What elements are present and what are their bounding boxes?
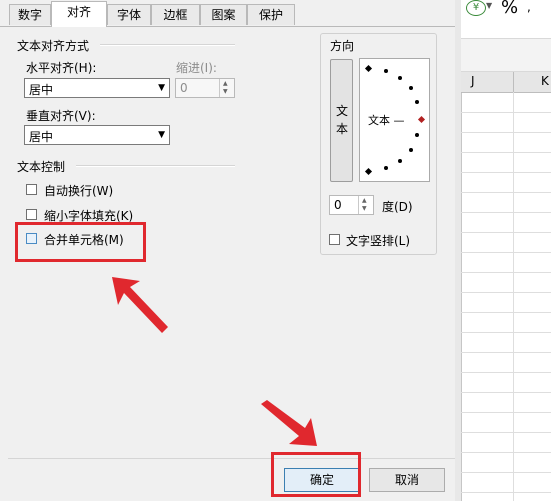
chevron-down-icon: ▼ [158, 83, 165, 93]
grid-row-line [461, 392, 551, 393]
formula-bar[interactable] [461, 38, 551, 72]
horizontal-align-label: 水平对齐(H): [26, 61, 97, 75]
orientation-dial[interactable]: 文本 — [359, 58, 430, 182]
footer-separator [8, 458, 455, 459]
shrink-to-fit-checkbox[interactable] [26, 209, 37, 220]
cancel-label: 取消 [394, 473, 419, 487]
indent-label: 缩进(I): [176, 61, 217, 75]
grid-row-line [461, 292, 551, 293]
grid-row-line [461, 232, 551, 233]
column-header-k[interactable]: K [541, 74, 549, 88]
grid-column-line [513, 92, 514, 501]
grid-row-line [461, 372, 551, 373]
chevron-down-icon[interactable]: ▼ [486, 1, 492, 10]
highlight-box-ok [271, 452, 361, 497]
annotation-arrow-icon [261, 400, 317, 446]
highlight-box-merge [15, 222, 146, 262]
grid-row-line [461, 332, 551, 333]
tab-label: 字体 [116, 8, 141, 22]
vertical-align-value: 居中 [29, 130, 54, 144]
group-separator [100, 44, 235, 46]
grid-row-line [461, 452, 551, 453]
down-arrow-icon: ▼ [223, 88, 228, 95]
ribbon-area: ¥ ▼ % , [461, 0, 551, 38]
tab-label: 边框 [163, 8, 188, 22]
format-cells-dialog: 数字 对齐 字体 边框 图案 保护 文本对齐方式 水平对齐(H): 居中 ▼ 缩… [0, 0, 461, 501]
grid-row-line [461, 432, 551, 433]
grid-row-line [461, 472, 551, 473]
percent-icon[interactable]: % [501, 0, 518, 18]
tab-protection[interactable]: 保护 [247, 4, 295, 25]
grid-row-line [461, 172, 551, 173]
grid-row-line [461, 212, 551, 213]
column-header-j[interactable]: J [471, 74, 475, 88]
tab-label: 对齐 [66, 5, 91, 19]
currency-icon[interactable]: ¥ [466, 0, 486, 16]
cancel-button[interactable]: 取消 [369, 468, 445, 492]
group-separator [76, 165, 235, 167]
vertical-align-select[interactable]: 居中 ▼ [24, 125, 170, 145]
column-divider [513, 72, 514, 92]
grid-row-line [461, 492, 551, 493]
grid-row-line [461, 152, 551, 153]
wrap-text-checkbox[interactable] [26, 184, 37, 195]
grid-row-line [461, 132, 551, 133]
horizontal-align-select[interactable]: 居中 ▼ [24, 78, 170, 98]
comma-style-icon[interactable]: , [527, 0, 531, 14]
indent-stepper[interactable]: 0 ▲ ▼ [175, 78, 235, 98]
orientation-title: 方向 [328, 37, 357, 54]
indent-value: 0 [180, 81, 188, 95]
stepper-buttons[interactable]: ▲ ▼ [219, 79, 234, 97]
horizontal-text-indicator: 文本 — [368, 114, 405, 127]
grid-row-line [461, 192, 551, 193]
grid-row-line [461, 312, 551, 313]
vertical-stack-label[interactable]: 文字竖排(L) [346, 232, 410, 249]
tab-number[interactable]: 数字 [9, 4, 51, 25]
chevron-down-icon: ▼ [158, 130, 165, 140]
tab-label: 数字 [17, 8, 42, 22]
up-arrow-icon: ▲ [223, 80, 228, 87]
vertical-align-label: 垂直对齐(V): [26, 109, 96, 123]
text-alignment-title: 文本对齐方式 [17, 39, 90, 53]
vertical-stack-checkbox[interactable] [329, 234, 340, 245]
tab-border[interactable]: 边框 [151, 4, 200, 25]
text-control-title: 文本控制 [17, 160, 66, 174]
grid-row-line [461, 272, 551, 273]
wrap-text-label[interactable]: 自动换行(W) [44, 182, 113, 199]
grid-row-line [461, 412, 551, 413]
annotation-arrow-icon [112, 277, 168, 333]
tab-alignment[interactable]: 对齐 [51, 1, 107, 27]
stepper-buttons[interactable]: ▲ ▼ [358, 196, 373, 214]
horizontal-align-value: 居中 [29, 83, 54, 97]
grid-row-line [461, 112, 551, 113]
degree-stepper[interactable]: 0 ▲ ▼ [329, 195, 374, 215]
tab-label: 保护 [258, 8, 283, 22]
column-header-row: J K [461, 72, 551, 93]
grid-row-line [461, 352, 551, 353]
vertical-text-button[interactable]: 文本 [330, 59, 353, 182]
tab-pattern[interactable]: 图案 [200, 4, 247, 25]
tab-font[interactable]: 字体 [107, 4, 151, 25]
degree-label: 度(D) [382, 200, 413, 214]
down-arrow-icon: ▼ [362, 205, 367, 212]
tab-label: 图案 [211, 8, 236, 22]
degree-value: 0 [334, 198, 342, 212]
grid-row-line [461, 252, 551, 253]
up-arrow-icon: ▲ [362, 197, 367, 204]
vertical-text-label: 文本 [336, 104, 349, 136]
